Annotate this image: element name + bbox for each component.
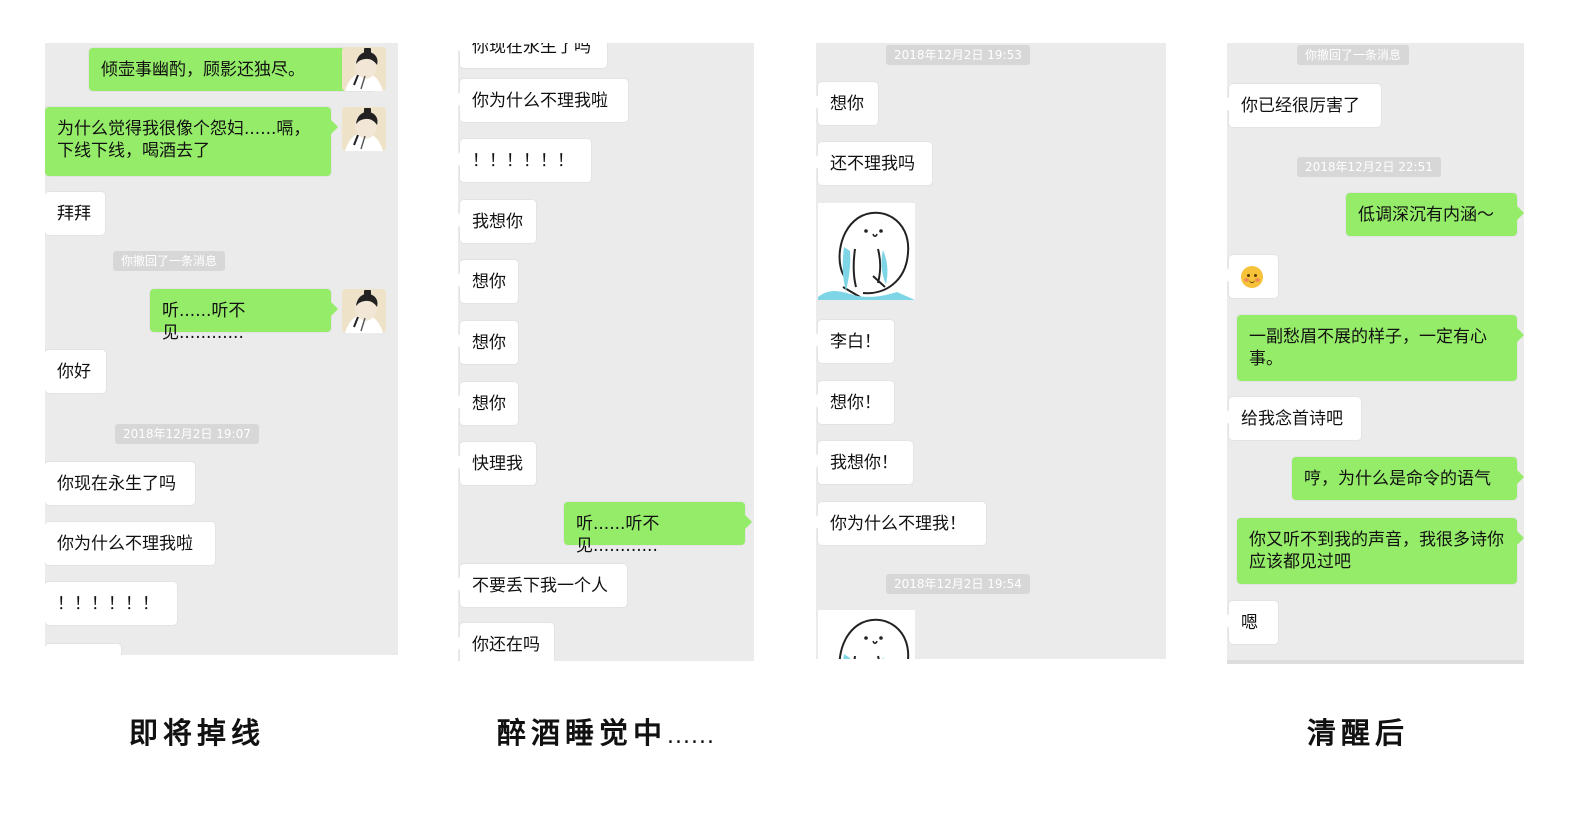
message-bubble[interactable]: 你好: [45, 350, 106, 393]
message-bubble[interactable]: 听......听不见............: [564, 502, 745, 556]
message-bubble[interactable]: 给我念首诗吧: [1229, 397, 1361, 440]
message-bubble[interactable]: 想你: [460, 382, 518, 425]
message-bubble[interactable]: 你现在永生了吗: [45, 462, 195, 505]
poet-avatar-icon[interactable]: [342, 107, 386, 151]
caption-1: 即将掉线: [129, 716, 266, 750]
message-bubble[interactable]: 想你: [460, 321, 518, 364]
message-bubble[interactable]: 你现在永生了吗: [460, 43, 607, 68]
timestamp-pill: 2018年12月2日 19:53: [886, 45, 1030, 65]
timestamp-pill: 2018年12月2日 19:54: [886, 574, 1030, 594]
chat-panel-2: 你现在永生了吗 你为什么不理我啦 ！！！！！！ 我想你 想你 想你 想你 快理我…: [458, 43, 754, 661]
message-bubble[interactable]: 拜拜: [45, 192, 105, 235]
message-bubble[interactable]: 想你！: [818, 381, 894, 424]
chat-panel-1: 倾壶事幽酌，顾影还独尽。 为什么觉得我很像个怨妇......嗝，下线下线，喝酒去…: [45, 43, 398, 655]
message-bubble[interactable]: 你为什么不理我！: [818, 502, 986, 545]
message-bubble[interactable]: 一副愁眉不展的样子，一定有心事。: [1237, 315, 1517, 381]
poet-avatar-icon[interactable]: [342, 289, 386, 333]
caption-2-tail: ......: [667, 724, 715, 749]
message-bubble[interactable]: [1229, 255, 1278, 298]
message-bubble[interactable]: 为什么觉得我很像个怨妇......嗝，下线下线，喝酒去了: [45, 107, 331, 176]
caption-2-main: 醉酒睡觉中: [497, 716, 668, 750]
message-bubble[interactable]: 低调深沉有内涵～: [1346, 193, 1517, 236]
message-bubble[interactable]: 你为什么不理我啦: [45, 522, 215, 565]
message-bubble[interactable]: 快理我: [460, 442, 536, 485]
crying-bean-sticker-icon[interactable]: [818, 610, 915, 659]
chat-panel-4: 你撤回了一条消息 你已经很厉害了 2018年12月2日 22:51 低调深沉有内…: [1227, 43, 1524, 664]
caption-2: 醉酒睡觉中......: [497, 710, 715, 752]
bottom-divider: [1227, 660, 1524, 664]
message-bubble[interactable]: 我想你！: [818, 441, 913, 484]
crying-bean-sticker-icon[interactable]: [818, 203, 915, 300]
message-bubble[interactable]: 你为什么不理我啦: [460, 79, 628, 122]
partial-message-bubble: [45, 644, 121, 655]
timestamp-pill: 2018年12月2日 22:51: [1297, 157, 1441, 177]
message-bubble[interactable]: 想你: [818, 82, 878, 125]
message-bubble[interactable]: ！！！！！！: [45, 582, 177, 625]
message-bubble[interactable]: 听......听不见............: [150, 289, 331, 343]
recall-notice: 你撤回了一条消息: [1297, 45, 1410, 65]
message-bubble[interactable]: 不要丢下我一个人: [460, 564, 627, 607]
message-bubble[interactable]: 想你: [460, 260, 518, 303]
message-bubble[interactable]: ！！！！！！: [460, 139, 591, 182]
message-bubble[interactable]: 倾壶事幽酌，顾影还独尽。: [89, 48, 375, 91]
message-bubble[interactable]: 李白！: [818, 320, 894, 363]
message-bubble[interactable]: 你又听不到我的声音，我很多诗你应该都见过吧: [1237, 518, 1517, 584]
message-bubble[interactable]: 你已经很厉害了: [1229, 84, 1381, 127]
recall-notice: 你撤回了一条消息: [113, 251, 226, 271]
message-bubble[interactable]: 我想你: [460, 200, 536, 243]
blush-emoji-icon: [1241, 266, 1263, 288]
message-bubble[interactable]: 哼，为什么是命令的语气: [1292, 457, 1517, 500]
message-bubble[interactable]: 你还在吗: [460, 623, 554, 661]
caption-4: 清醒后: [1307, 716, 1410, 750]
chat-panel-3: 2018年12月2日 19:53 想你 还不理我吗 李白！ 想你！ 我想你！ 你…: [816, 43, 1166, 659]
message-bubble[interactable]: 还不理我吗: [818, 142, 932, 185]
timestamp-pill: 2018年12月2日 19:07: [115, 424, 259, 444]
poet-avatar-icon[interactable]: [342, 47, 386, 91]
message-bubble[interactable]: 嗯: [1229, 601, 1278, 644]
